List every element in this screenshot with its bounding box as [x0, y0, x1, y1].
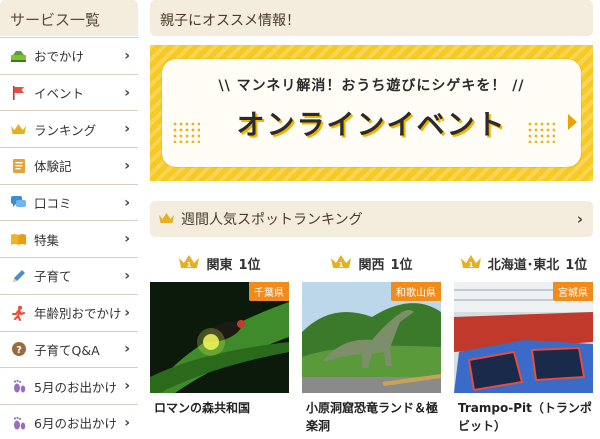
spot-photo[interactable]: 千葉県 — [150, 282, 289, 393]
ranking-card-header: 1 関西 1位 — [302, 250, 441, 276]
sidebar-item-label: 子育て — [34, 269, 72, 285]
sidebar-item-june[interactable]: 6月のお出かけ › — [0, 405, 138, 439]
sidebar-item-label: 5月のお出かけ — [34, 379, 117, 395]
arrow-right-icon — [568, 114, 577, 130]
prefecture-badge: 和歌山県 — [391, 282, 441, 301]
chevron-right-icon: › — [124, 121, 130, 138]
region-label: 関西 — [358, 257, 385, 273]
pencil-icon — [10, 267, 27, 284]
rank-label: 1位 — [390, 257, 413, 273]
svg-text:1: 1 — [339, 261, 344, 269]
spot-name[interactable]: ロマンの森共和国 — [150, 399, 289, 417]
sidebar-item-kosodate[interactable]: 子育て › — [0, 258, 138, 295]
chevron-right-icon: › — [124, 414, 130, 431]
crown-icon — [158, 210, 175, 229]
speech-bubble-icon — [10, 194, 27, 211]
rank-label: 1位 — [238, 257, 261, 273]
sidebar-item-label: 子育てQ&A — [34, 342, 100, 358]
sidebar-item-taikenki[interactable]: 体験記 › — [0, 148, 138, 185]
sidebar: サービス一覧 おでかけ › イベント › ランキング › 体験記 › 口コミ ›… — [0, 0, 138, 439]
spot-name[interactable]: Trampo-Pit（トランポビット） — [454, 399, 593, 435]
spot-photo[interactable]: 和歌山県 — [302, 282, 441, 393]
spot-photo[interactable]: 宮城県 — [454, 282, 593, 393]
car-icon — [10, 47, 27, 64]
book-icon — [10, 231, 27, 248]
sidebar-item-label: イベント — [34, 86, 85, 102]
sidebar-item-odekake[interactable]: おでかけ › — [0, 38, 138, 75]
sidebar-item-label: 年齢別おでかけ — [34, 306, 122, 322]
ranking-card-kanto[interactable]: 1 関東 1位 千葉県 ロマンの森共和国 — [150, 250, 289, 417]
sidebar-item-label: おでかけ — [34, 49, 85, 65]
sidebar-item-label: 特集 — [34, 232, 60, 248]
sidebar-item-tokushu[interactable]: 特集 › — [0, 221, 138, 259]
ranking-columns: 1 関東 1位 千葉県 ロマンの森共和国 1 関西 1位 和歌山県 小原洞窟恐竜… — [150, 250, 593, 439]
sidebar-item-age-odekake[interactable]: 年齢別おでかけ › — [0, 295, 138, 332]
online-event-banner[interactable]: \\ マンネリ解消！おうち遊びにシゲキを！ // オンラインイベント — [150, 45, 593, 181]
banner-card: \\ マンネリ解消！おうち遊びにシゲキを！ // オンラインイベント — [162, 59, 581, 167]
sidebar-item-label: 6月のお出かけ — [34, 416, 117, 432]
region-label: 北海道･東北 — [487, 257, 560, 273]
chevron-right-icon: › — [124, 47, 130, 64]
chevron-right-icon: › — [124, 304, 130, 321]
chevron-right-icon: › — [576, 210, 583, 228]
prefecture-badge: 宮城県 — [553, 282, 593, 301]
sidebar-item-ranking[interactable]: ランキング › — [0, 111, 138, 149]
sidebar-item-label: 口コミ — [34, 196, 72, 212]
sidebar-item-kuchikomi[interactable]: 口コミ › — [0, 185, 138, 222]
ranking-header[interactable]: 週間人気スポットランキング › — [150, 201, 593, 237]
ranking-card-kansai[interactable]: 1 関西 1位 和歌山県 小原洞窟恐竜ランド＆極楽洞 — [302, 250, 441, 435]
banner-subtitle: \\ マンネリ解消！おうち遊びにシゲキを！ // — [218, 78, 525, 94]
crown-icon: 1 — [460, 253, 482, 274]
svg-text:?: ? — [16, 345, 22, 356]
sidebar-item-event[interactable]: イベント › — [0, 75, 138, 112]
spot-name[interactable]: 小原洞窟恐竜ランド＆極楽洞 — [302, 399, 441, 435]
crown-icon: 1 — [178, 253, 200, 274]
ranking-card-header: 1 北海道･東北 1位 — [454, 250, 593, 276]
chevron-right-icon: › — [124, 341, 130, 358]
sidebar-item-label: ランキング — [34, 122, 97, 138]
flag-icon — [10, 84, 27, 101]
chevron-right-icon: › — [124, 231, 130, 248]
footprint-icon — [10, 414, 27, 431]
sidebar-item-label: 体験記 — [34, 159, 72, 175]
crown-icon: 1 — [330, 253, 352, 274]
notebook-icon — [10, 157, 27, 174]
region-label: 関東 — [206, 257, 233, 273]
page-title: 親子にオススメ情報！ — [150, 0, 593, 36]
chevron-right-icon: › — [124, 378, 130, 395]
crown-icon — [10, 121, 27, 138]
sidebar-title: サービス一覧 — [0, 0, 138, 36]
sidebar-item-may[interactable]: 5月のお出かけ › — [0, 368, 138, 405]
ranking-card-hokkaido-tohoku[interactable]: 1 北海道･東北 1位 宮城県 Trampo-Pit（トランポビット） — [454, 250, 593, 435]
chevron-right-icon: › — [124, 267, 130, 284]
banner-headline: オンラインイベント — [236, 108, 507, 141]
service-list: おでかけ › イベント › ランキング › 体験記 › 口コミ › 特集 › 子… — [0, 37, 138, 439]
svg-text:1: 1 — [187, 261, 192, 269]
ranking-card-header: 1 関東 1位 — [150, 250, 289, 276]
chevron-right-icon: › — [124, 194, 130, 211]
sidebar-item-qa[interactable]: ? 子育てQ&A › — [0, 332, 138, 369]
footprint-icon — [10, 378, 27, 395]
rank-label: 1位 — [565, 257, 588, 273]
svg-text:1: 1 — [468, 261, 473, 269]
chevron-right-icon: › — [124, 157, 130, 174]
ranking-title: 週間人気スポットランキング — [181, 212, 363, 228]
main-content: 親子にオススメ情報！ \\ マンネリ解消！おうち遊びにシゲキを！ // オンライ… — [150, 0, 593, 433]
dots-decoration — [527, 121, 555, 143]
question-icon: ? — [10, 341, 27, 358]
running-person-icon — [10, 304, 27, 321]
chevron-right-icon: › — [124, 84, 130, 101]
prefecture-badge: 千葉県 — [249, 282, 289, 301]
